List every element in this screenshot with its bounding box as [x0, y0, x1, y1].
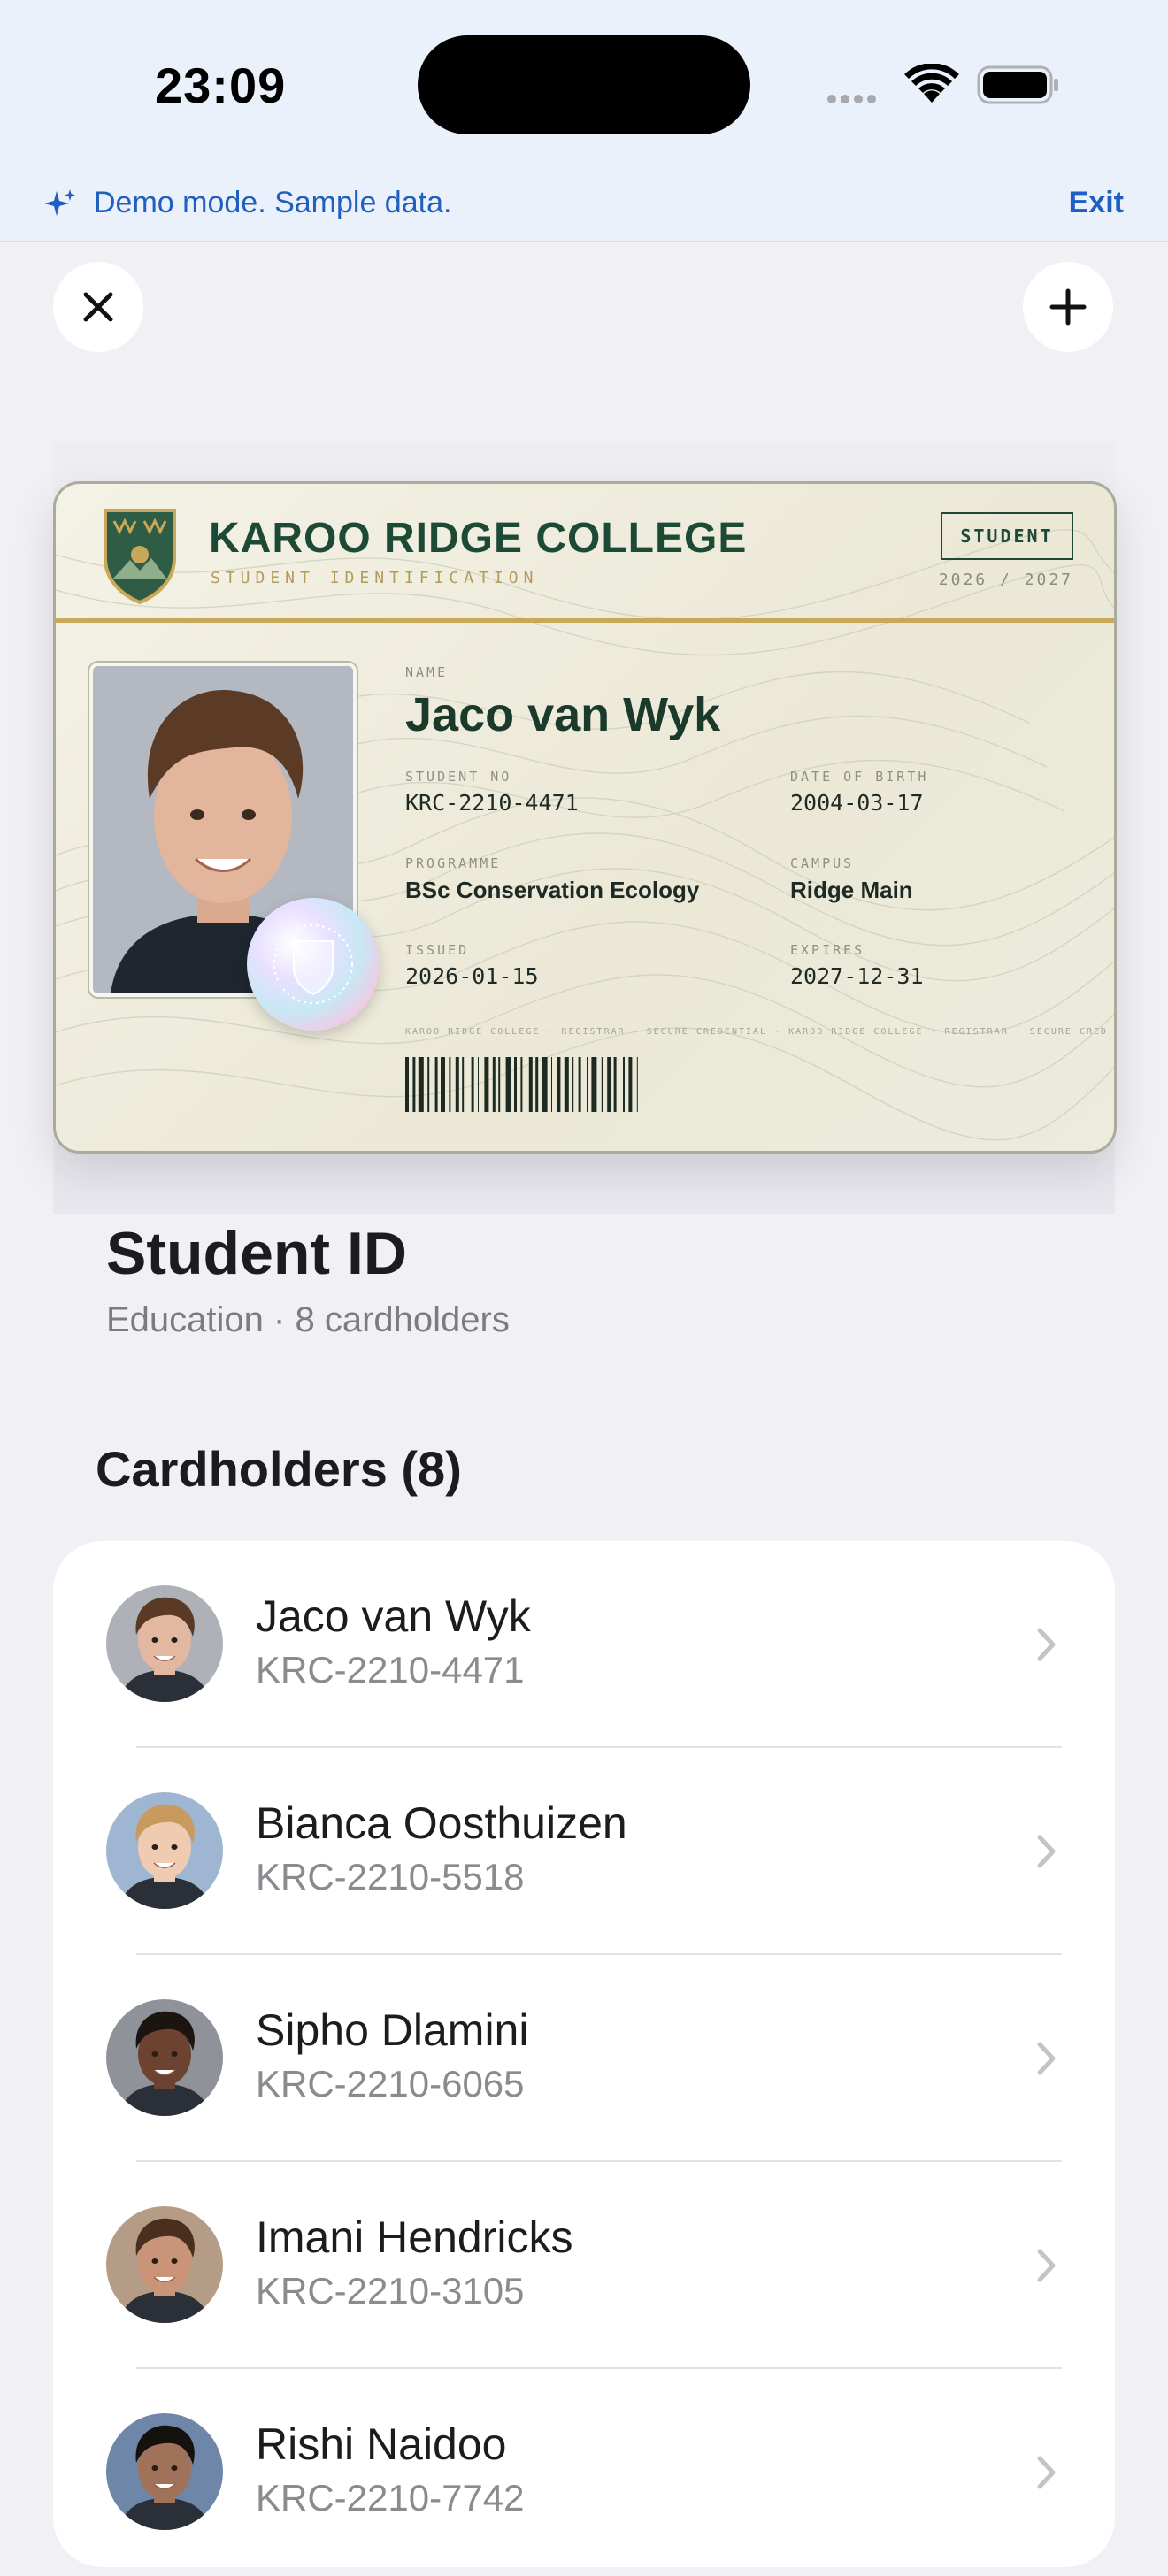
cardholder-name: Sipho Dlamini	[256, 2005, 529, 2055]
plus-icon	[1049, 288, 1087, 326]
issued-value: 2026-01-15	[405, 963, 539, 989]
programme-value: BSc Conservation Ecology	[405, 877, 700, 903]
cardholder-name: Bianca Oosthuizen	[256, 1798, 627, 1848]
card-subtitle: STUDENT IDENTIFICATION	[211, 569, 539, 587]
cardholder-row[interactable]: Jaco van Wyk KRC-2210-4471	[53, 1541, 1115, 1748]
exit-demo-button[interactable]: Exit	[1069, 188, 1124, 218]
card-header: KAROO RIDGE COLLEGE STUDENT IDENTIFICATI…	[56, 484, 1114, 623]
chevron-right-icon	[1035, 2454, 1058, 2496]
sparkle-icon	[42, 188, 78, 227]
cardholder-id: KRC-2210-4471	[256, 1649, 525, 1690]
student-no-label: STUDENT NO	[405, 769, 512, 785]
cardholder-id: KRC-2210-3105	[256, 2270, 525, 2312]
status-bar: 23:09	[0, 0, 1168, 177]
student-id-card[interactable]: KAROO RIDGE COLLEGE STUDENT IDENTIFICATI…	[53, 481, 1117, 1154]
avatar	[106, 1792, 223, 1909]
clock: 23:09	[155, 58, 287, 113]
chevron-right-icon	[1035, 2247, 1058, 2288]
cardholders-list: Jaco van Wyk KRC-2210-4471 Bianca Oosthu…	[53, 1541, 1115, 2567]
expires-value: 2027-12-31	[790, 963, 924, 989]
close-icon	[83, 292, 113, 322]
chevron-right-icon	[1035, 1626, 1058, 1668]
chevron-right-icon	[1035, 1833, 1058, 1874]
cardholder-row[interactable]: Bianca Oosthuizen KRC-2210-5518	[53, 1748, 1115, 1955]
cardholder-name: Rishi Naidoo	[256, 2419, 507, 2469]
cardholder-row[interactable]: Imani Hendricks KRC-2210-3105	[53, 2162, 1115, 2369]
avatar	[106, 2206, 223, 2323]
security-hologram	[247, 898, 380, 1031]
expires-label: EXPIRES	[790, 942, 865, 958]
issued-label: ISSUED	[405, 942, 470, 958]
cardholder-id: KRC-2210-7742	[256, 2477, 525, 2518]
cardholder-name: Jaco van Wyk	[405, 688, 721, 741]
student-no-value: KRC-2210-4471	[405, 790, 579, 816]
demo-mode-text: Demo mode. Sample data.	[94, 186, 452, 219]
page-subtitle: Education · 8 cardholders	[106, 1300, 510, 1339]
college-name: KAROO RIDGE COLLEGE	[209, 515, 748, 562]
dynamic-island	[418, 35, 750, 134]
chevron-right-icon	[1035, 2040, 1058, 2082]
close-button[interactable]	[53, 262, 143, 352]
cardholder-name: Jaco van Wyk	[256, 1591, 531, 1641]
avatar	[106, 1585, 223, 1702]
name-label: NAME	[405, 664, 449, 680]
dob-label: DATE OF BIRTH	[790, 769, 929, 785]
cardholder-name: Imani Hendricks	[256, 2212, 573, 2262]
dob-value: 2004-03-17	[790, 790, 924, 816]
avatar	[106, 1999, 223, 2116]
battery-icon	[977, 65, 1060, 109]
microprint-line: KAROO RIDGE COLLEGE · REGISTRAR · SECURE…	[405, 1027, 1109, 1037]
cardholder-id: KRC-2210-5518	[256, 1856, 525, 1898]
campus-value: Ridge Main	[790, 877, 913, 903]
avatar	[106, 2413, 223, 2530]
programme-label: PROGRAMME	[405, 855, 502, 871]
student-badge: STUDENT	[941, 512, 1073, 560]
campus-label: CAMPUS	[790, 855, 855, 871]
cardholder-id: KRC-2210-6065	[256, 2063, 525, 2104]
cardholder-row[interactable]: Rishi Naidoo KRC-2210-7742	[53, 2369, 1115, 2576]
cardholder-row[interactable]: Sipho Dlamini KRC-2210-6065	[53, 1955, 1115, 2162]
demo-mode-banner: Demo mode. Sample data. Exit	[0, 177, 1168, 242]
academic-year: 2026 / 2027	[938, 571, 1073, 589]
add-button[interactable]	[1023, 262, 1113, 352]
barcode	[405, 1057, 638, 1112]
cellular-signal-icon	[827, 92, 880, 108]
cardholders-section-title: Cardholders (8)	[96, 1441, 462, 1497]
wifi-icon	[904, 63, 959, 109]
page-title: Student ID	[106, 1220, 407, 1287]
college-crest-logo	[102, 505, 178, 609]
